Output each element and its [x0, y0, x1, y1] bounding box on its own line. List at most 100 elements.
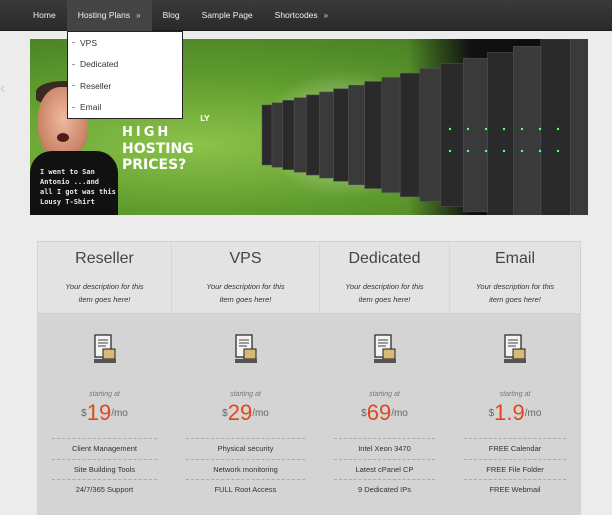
server-status-light — [538, 127, 542, 131]
server-status-light — [520, 149, 524, 153]
plan-features: FREE Calendar FREE File Folder FREE Webm… — [450, 438, 580, 500]
plan-description-line: item goes here! — [219, 295, 272, 304]
price-period: /mo — [524, 408, 542, 419]
server-status-light — [502, 149, 506, 153]
nav-hosting-plans[interactable]: Hosting Plans » — [66, 0, 152, 31]
plan-body: starting at $19/mo Client Management Sit… — [38, 314, 171, 515]
plan-features: Physical security Network monitoring FUL… — [172, 438, 319, 500]
server-rack — [282, 100, 295, 170]
plan-description-line: item goes here! — [78, 295, 131, 304]
nav-sample-page-label: Sample Page — [201, 10, 253, 20]
shirt-line: all I got was this — [40, 188, 116, 196]
nav-home-label: Home — [33, 10, 56, 20]
server-rack — [381, 77, 401, 193]
server-rack — [399, 72, 421, 198]
plan-description: Your description for this item goes here! — [172, 280, 319, 306]
starting-at-label: starting at — [230, 391, 261, 398]
server-status-light — [484, 149, 488, 153]
price-period: /mo — [391, 408, 408, 419]
plan-column-reseller: Reseller Your description for this item g… — [38, 242, 172, 515]
feature-item: FREE Calendar — [464, 438, 566, 459]
feature-item: Client Management — [52, 438, 157, 459]
server-rack — [319, 91, 334, 179]
feature-item: Intel Xeon 3470 — [334, 438, 435, 459]
plan-body: starting at $1.9/mo FREE Calendar FREE F… — [450, 314, 580, 515]
plan-column-vps: VPS Your description for this item goes h… — [172, 242, 320, 515]
plan-price: $19/mo — [38, 400, 171, 426]
server-rack — [333, 88, 349, 182]
feature-item: FREE Webmail — [464, 479, 566, 500]
server-rack — [540, 39, 571, 215]
hosting-plans-dropdown: VPS Dedicated Reseller Email — [67, 31, 183, 119]
dropdown-item-email[interactable]: Email — [68, 97, 182, 119]
price-amount: 1.9 — [494, 400, 525, 425]
starting-at-label: starting at — [369, 391, 400, 398]
plan-features: Client Management Site Building Tools 24… — [38, 438, 171, 500]
server-rack — [440, 63, 464, 207]
feature-item: FULL Root Access — [186, 479, 305, 500]
plan-description: Your description for this item goes here! — [450, 280, 580, 306]
server-status-light — [556, 149, 560, 153]
plan-body: starting at $29/mo Physical security Net… — [172, 314, 319, 515]
man-mouth — [57, 133, 69, 142]
plan-title: Dedicated — [348, 250, 421, 267]
server-rack — [513, 45, 542, 215]
feature-item: Network monitoring — [186, 458, 305, 480]
plan-description: Your description for this item goes here! — [320, 280, 449, 306]
feature-item: Site Building Tools — [52, 458, 157, 480]
server-rack — [487, 52, 514, 215]
starting-at-label: starting at — [89, 391, 120, 398]
shirt-text: I went to San Antonio ...and all I got w… — [40, 167, 120, 207]
feature-item: Physical security — [186, 438, 305, 459]
dropdown-item-dedicated[interactable]: Dedicated — [68, 54, 182, 76]
nav-blog[interactable]: Blog — [152, 0, 191, 31]
plan-header: Email Your description for this item goes… — [450, 242, 580, 314]
plan-column-email: Email Your description for this item goes… — [450, 242, 580, 515]
server-rack — [261, 104, 273, 166]
submenu-arrow-icon: » — [136, 10, 141, 20]
server-rack — [306, 94, 320, 176]
server-status-light — [484, 127, 488, 131]
document-icon — [372, 333, 398, 365]
server-status-light — [502, 127, 506, 131]
banner-small-word: LY — [200, 114, 210, 123]
plan-header: VPS Your description for this item goes h… — [172, 242, 319, 314]
server-rack — [348, 84, 365, 186]
pricing-table: Reseller Your description for this item g… — [37, 241, 581, 515]
banner-headline-line-1: HIGH — [122, 125, 172, 140]
submenu-arrow-icon: » — [323, 10, 329, 20]
plan-description-line: Your description for this — [206, 282, 285, 291]
plan-title: Email — [494, 250, 535, 267]
feature-item: Latest cPanel CP — [334, 458, 435, 480]
dropdown-item-reseller[interactable]: Reseller — [68, 75, 182, 97]
starting-at-label: starting at — [499, 391, 531, 398]
price-amount: 69 — [366, 400, 392, 425]
plan-header: Reseller Your description for this item g… — [38, 242, 171, 314]
top-navigation: Home Hosting Plans » Blog Sample Page Sho… — [0, 0, 612, 31]
plan-features: Intel Xeon 3470 Latest cPanel CP 9 Dedic… — [320, 438, 449, 500]
feature-item: 9 Dedicated IPs — [334, 479, 435, 500]
server-status-light — [466, 149, 470, 153]
banner-headline-line-3: PRICES? — [122, 157, 187, 173]
nav-shortcodes[interactable]: Shortcodes » — [264, 0, 339, 31]
server-status-light — [448, 127, 452, 131]
plan-title: Reseller — [75, 250, 134, 267]
slider-prev-arrow-icon[interactable]: ‹ — [0, 80, 10, 97]
dropdown-item-vps[interactable]: VPS — [68, 32, 182, 54]
plan-price: $1.9/mo — [450, 400, 580, 426]
server-status-light — [538, 149, 542, 153]
price-amount: 19 — [86, 400, 112, 425]
nav-home[interactable]: Home — [22, 0, 67, 31]
shirt-line: Lousy T-Shirt — [40, 198, 95, 206]
document-icon — [502, 333, 528, 365]
plan-description-line: item goes here! — [358, 295, 411, 304]
feature-item: FREE File Folder — [464, 458, 566, 480]
nav-sample-page[interactable]: Sample Page — [191, 0, 264, 31]
shirt-line: Antonio ...and — [40, 178, 100, 186]
plan-price: $29/mo — [172, 400, 319, 426]
banner-headline: LY HIGH HOSTING PRICES? — [122, 114, 210, 173]
document-icon — [92, 333, 118, 365]
price-period: /mo — [252, 408, 269, 419]
nav-hosting-plans-label: Hosting Plans — [77, 10, 131, 20]
nav-shortcodes-label: Shortcodes — [274, 10, 318, 20]
